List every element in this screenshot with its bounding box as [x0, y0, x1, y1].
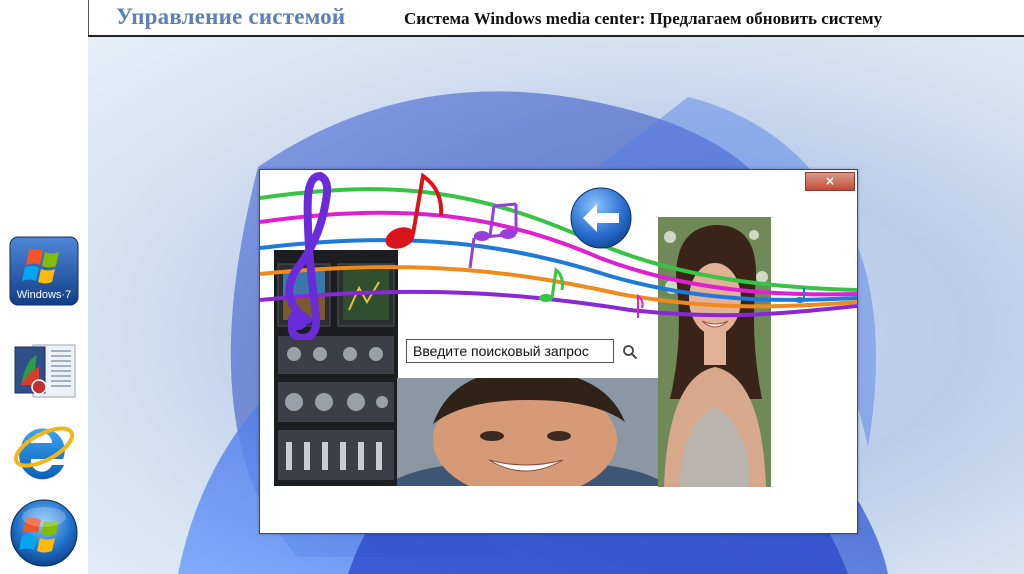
search-input[interactable] [407, 343, 609, 359]
search-icon[interactable] [622, 344, 638, 360]
man-photo [387, 369, 667, 520]
header-divider [88, 0, 89, 36]
back-arrow-icon [570, 187, 632, 249]
page-title: Управление системой [116, 4, 346, 29]
cockpit-image [274, 250, 398, 486]
sidebar: Windows·7 [0, 37, 88, 574]
page-subtitle: Система Windows media center: Предлагаем… [404, 9, 883, 28]
header: Управление системой Система Windows medi… [0, 0, 1024, 37]
close-button[interactable]: × [805, 172, 855, 191]
media-center-window: × [259, 169, 858, 534]
close-icon: × [824, 174, 836, 188]
media-center-icon[interactable] [9, 335, 79, 405]
desktop-wallpaper: × [88, 37, 1024, 574]
windows7-label: Windows·7 [17, 289, 71, 301]
search-box [406, 339, 614, 363]
internet-explorer-icon[interactable] [9, 411, 79, 481]
windows-start-icon[interactable] [9, 497, 79, 567]
back-button[interactable] [569, 186, 633, 250]
windows7-logo-icon[interactable]: Windows·7 [9, 236, 79, 306]
woman-photo [658, 217, 771, 487]
